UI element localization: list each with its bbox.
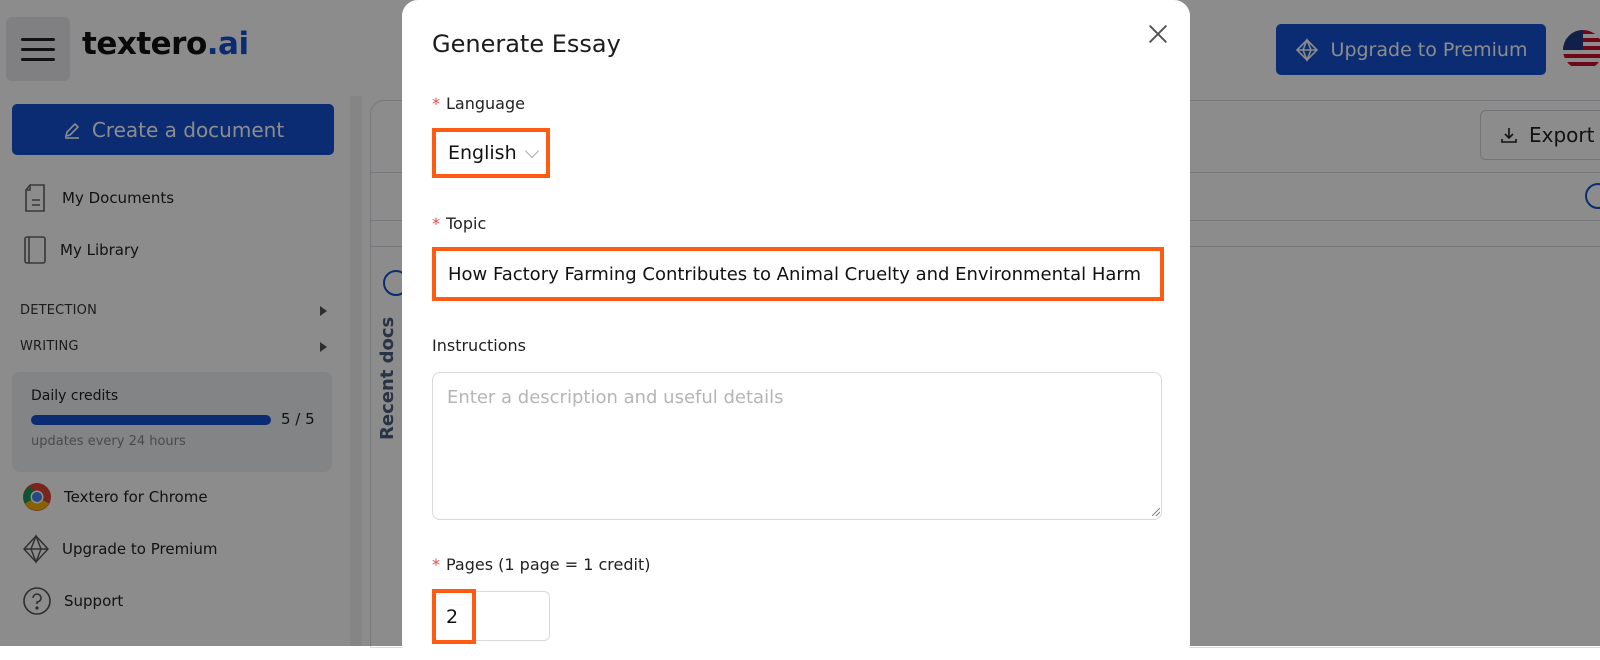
- app-root: textero.ai Upgrade to Premium Create a d…: [0, 0, 1600, 660]
- language-value: English: [448, 142, 517, 164]
- resize-handle[interactable]: [1152, 508, 1160, 516]
- topic-input[interactable]: How Factory Farming Contributes to Anima…: [432, 247, 1164, 301]
- pages-label: * Pages (1 page = 1 credit): [432, 555, 651, 574]
- chevron-down-icon: [524, 143, 539, 158]
- required-marker: *: [432, 214, 440, 233]
- generate-essay-dialog: Generate Essay * Language English * Topic …: [402, 0, 1190, 660]
- language-label: * Language: [432, 94, 525, 113]
- required-marker: *: [432, 94, 440, 113]
- instructions-textarea[interactable]: Enter a description and useful details: [432, 372, 1162, 520]
- pages-input[interactable]: 2: [432, 589, 476, 644]
- instructions-label: Instructions: [432, 336, 526, 355]
- topic-label: * Topic: [432, 214, 487, 233]
- required-marker: *: [432, 555, 440, 574]
- close-icon[interactable]: [1146, 22, 1170, 46]
- language-select[interactable]: English: [432, 128, 550, 178]
- dialog-title: Generate Essay: [432, 30, 621, 58]
